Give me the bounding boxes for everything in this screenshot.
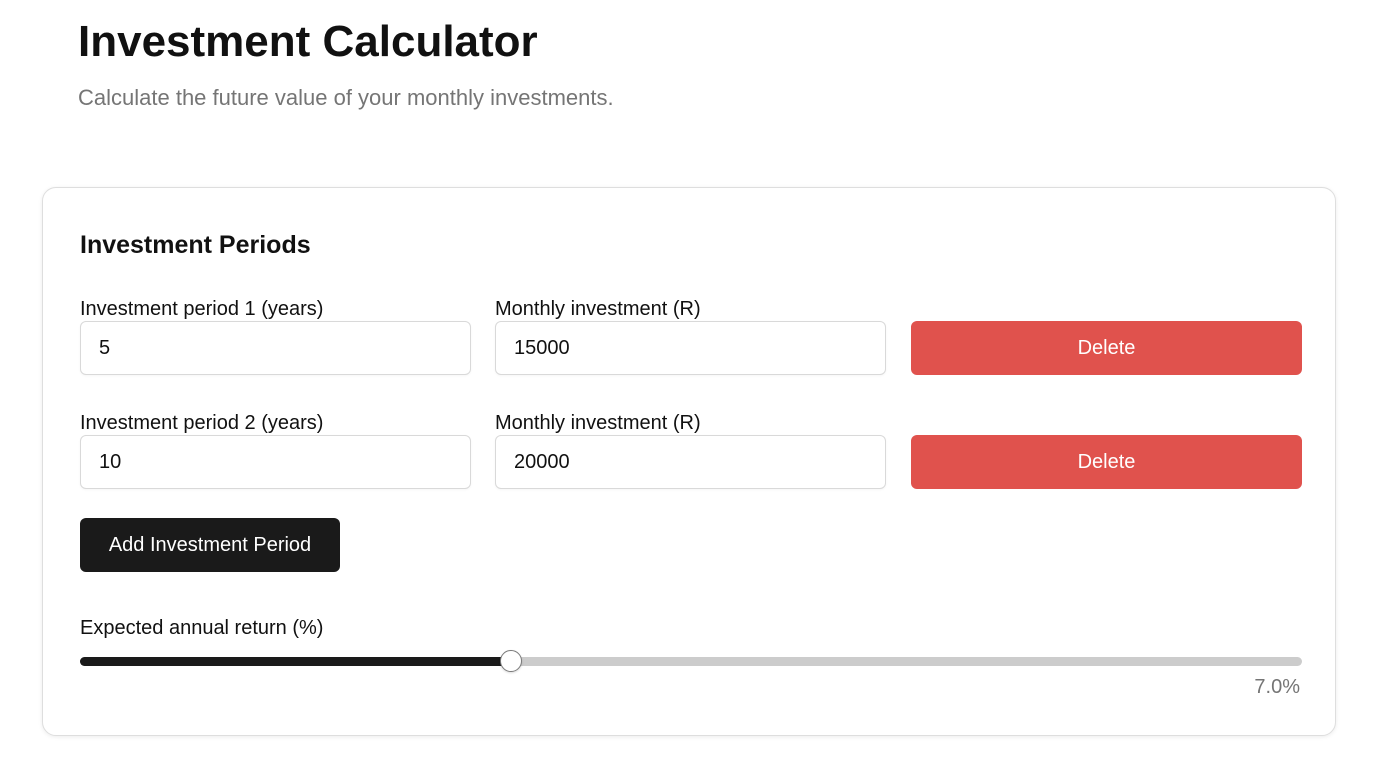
period-years-label-1: Investment period 1 (years) bbox=[80, 298, 324, 320]
investment-period-row-1: Investment period 1 (years) Monthly inve… bbox=[80, 297, 1302, 389]
investment-period-row-2: Investment period 2 (years) Monthly inve… bbox=[80, 411, 1302, 503]
annual-return-label: Expected annual return (%) bbox=[80, 617, 324, 639]
period-years-input-1[interactable] bbox=[80, 321, 471, 375]
slider-thumb[interactable] bbox=[500, 650, 523, 672]
monthly-investment-input-2[interactable] bbox=[495, 435, 886, 489]
period-years-input-2[interactable] bbox=[80, 435, 471, 489]
delete-period-button-1[interactable]: Delete bbox=[911, 321, 1302, 375]
page-title: Investment Calculator bbox=[78, 17, 538, 66]
add-investment-period-button[interactable]: Add Investment Period bbox=[80, 518, 340, 572]
investment-periods-card: Investment Periods Investment period 1 (… bbox=[42, 187, 1336, 736]
monthly-investment-label-1: Monthly investment (R) bbox=[495, 298, 701, 320]
slider-fill bbox=[80, 657, 512, 666]
slider-track[interactable] bbox=[80, 657, 1302, 666]
monthly-investment-input-1[interactable] bbox=[495, 321, 886, 375]
period-years-label-2: Investment period 2 (years) bbox=[80, 412, 324, 434]
annual-return-value: 7.0% bbox=[1254, 676, 1300, 698]
delete-period-button-2[interactable]: Delete bbox=[911, 435, 1302, 489]
monthly-investment-label-2: Monthly investment (R) bbox=[495, 412, 701, 434]
annual-return-slider[interactable] bbox=[80, 650, 1302, 672]
section-heading: Investment Periods bbox=[80, 231, 311, 259]
page-subtitle: Calculate the future value of your month… bbox=[78, 85, 614, 110]
